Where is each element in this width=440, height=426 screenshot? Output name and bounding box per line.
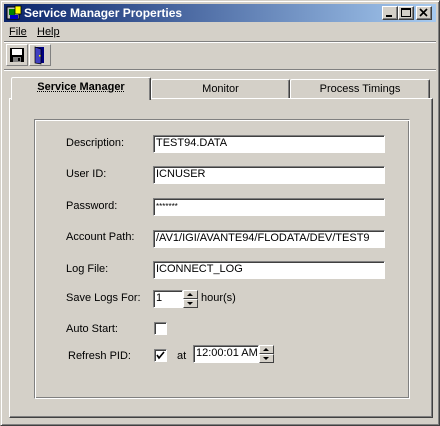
refresh-at-label: at [177, 350, 187, 362]
password-label: Password: [66, 200, 118, 212]
tab-process-timings-label: Process Timings [319, 83, 401, 95]
tab-monitor-label: Monitor [202, 83, 239, 95]
userid-field[interactable]: ICNUSER [153, 166, 385, 184]
menu-bar: File Help [4, 24, 436, 41]
stepper-down-button[interactable] [183, 299, 198, 308]
maximize-button[interactable] [398, 6, 414, 20]
account-path-field[interactable]: /AV1/IGI/AVANTE94/FLODATA/DEV/TEST9 [153, 230, 385, 248]
time-up-button[interactable] [259, 345, 274, 354]
chevron-down-icon [187, 302, 193, 305]
auto-start-checkbox[interactable] [154, 322, 167, 335]
save-logs-stepper[interactable] [183, 290, 198, 308]
tab-process-timings[interactable]: Process Timings [290, 79, 430, 100]
time-down-button[interactable] [259, 354, 274, 363]
auto-start-label: Auto Start: [66, 323, 118, 335]
save-icon [10, 48, 24, 62]
chevron-up-icon [263, 348, 269, 351]
log-file-label: Log File: [66, 263, 109, 275]
tab-service-manager[interactable]: Service Manager [11, 77, 151, 100]
window-title: Service Manager Properties [24, 6, 183, 20]
minimize-button[interactable] [382, 6, 398, 20]
maximize-icon [401, 8, 411, 17]
minimize-icon [386, 15, 392, 17]
refresh-pid-checkbox[interactable] [154, 349, 167, 362]
app-icon [6, 5, 22, 20]
check-icon [156, 351, 165, 360]
title-bar[interactable]: Service Manager Properties [4, 4, 436, 22]
save-logs-label: Save Logs For: [66, 292, 141, 304]
log-file-field[interactable]: ICONNECT_LOG [153, 261, 385, 279]
menu-file[interactable]: File [9, 26, 27, 38]
close-button[interactable] [416, 6, 432, 20]
exit-door-icon [34, 46, 44, 65]
description-field[interactable]: TEST94.DATA [153, 135, 385, 153]
menu-help[interactable]: Help [37, 26, 60, 38]
close-icon [419, 8, 428, 17]
exit-button[interactable] [29, 44, 51, 66]
toolbar-top-divider [4, 41, 436, 43]
tab-service-manager-label: Service Manager [37, 81, 125, 93]
refresh-time-stepper[interactable] [259, 345, 274, 363]
chevron-up-icon [187, 293, 193, 296]
menu-help-label: Help [37, 26, 60, 38]
toolbar-bottom-divider [4, 69, 436, 71]
stepper-up-button[interactable] [183, 290, 198, 299]
save-logs-unit: hour(s) [201, 292, 236, 304]
menu-file-label: File [9, 26, 27, 38]
chevron-down-icon [263, 357, 269, 360]
window: Service Manager Properties File Help Ser… [0, 0, 440, 426]
userid-label: User ID: [66, 168, 107, 180]
save-logs-input[interactable]: 1 [153, 290, 183, 308]
password-field[interactable]: ******* [153, 198, 385, 216]
service-manager-panel: Description: TEST94.DATA User ID: ICNUSE… [9, 98, 433, 418]
tab-monitor[interactable]: Monitor [151, 79, 290, 100]
account-path-label: Account Path: [66, 231, 135, 243]
save-button[interactable] [6, 44, 28, 66]
refresh-time-input[interactable]: 12:00:01 AM [193, 345, 259, 363]
refresh-pid-label: Refresh PID: [68, 350, 131, 362]
description-label: Description: [66, 137, 125, 149]
